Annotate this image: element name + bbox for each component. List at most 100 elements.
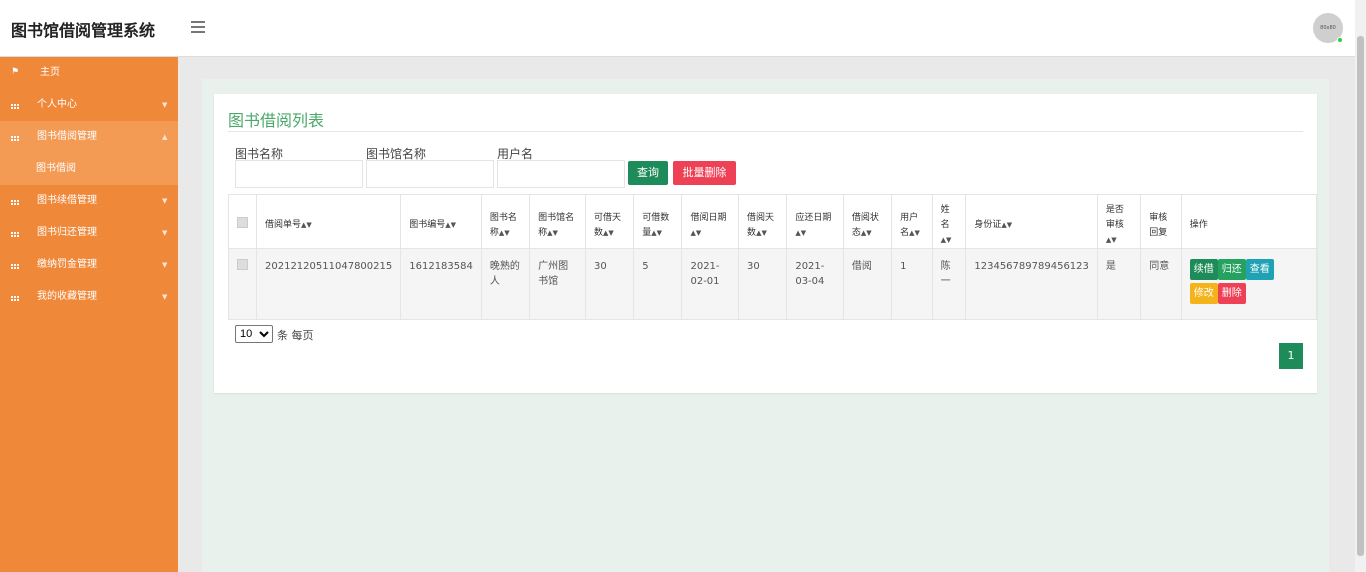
pagination-page-1[interactable]: 1	[1279, 343, 1303, 369]
grid-icon	[11, 292, 20, 301]
grid-icon	[11, 132, 20, 141]
col-status[interactable]: 借阅状态▲▼	[842, 194, 893, 249]
col-id-card[interactable]: 身份证▲▼	[965, 194, 1098, 249]
sidebar-item-label: 图书续借管理	[37, 195, 97, 206]
sidebar-item-label: 我的收藏管理	[37, 291, 97, 302]
col-name[interactable]: 姓名▲▼	[931, 194, 967, 249]
book-name-input[interactable]	[235, 160, 363, 188]
col-due-date[interactable]: 应还日期▲▼	[786, 194, 844, 249]
col-book-no[interactable]: 图书编号▲▼	[400, 194, 482, 249]
cell-borrow-date: 2021-02-01	[681, 248, 740, 320]
sidebar: ⚑ 主页 个人中心 ▼ 图书借阅管理 ▲ 图书借阅 图书续借管理 ▼ 图书归还管…	[0, 57, 178, 572]
cell-review-reply: 同意	[1140, 248, 1182, 320]
col-book-name[interactable]: 图书名称▲▼	[480, 194, 531, 249]
chevron-down-icon: ▼	[162, 293, 168, 301]
chevron-down-icon: ▼	[162, 261, 168, 269]
cell-qty: 5	[633, 248, 683, 320]
sort-icon: ▲▼	[651, 228, 663, 237]
page-scrollbar[interactable]	[1355, 0, 1366, 572]
sort-icon: ▲▼	[301, 221, 312, 229]
sort-icon: ▲▼	[795, 228, 807, 237]
sort-icon: ▲▼	[690, 228, 702, 237]
search-button[interactable]: 查询	[628, 161, 668, 185]
chevron-down-icon: ▼	[162, 101, 168, 109]
sort-icon: ▲▼	[1105, 236, 1117, 244]
sidebar-item-return-management[interactable]: 图书归还管理 ▼	[0, 217, 178, 249]
cell-days-allowed: 30	[584, 248, 635, 320]
renew-button[interactable]: 续借	[1189, 259, 1218, 280]
col-order-no[interactable]: 借阅单号▲▼	[255, 194, 402, 249]
col-qty[interactable]: 可借数量▲▼	[633, 194, 683, 249]
borrow-table: 借阅单号▲▼ 图书编号▲▼ 图书名称▲▼ 图书馆名称▲▼ 可借天数▲▼ 可借数量…	[228, 194, 1318, 320]
edit-button[interactable]: 修改	[1189, 283, 1218, 304]
cell-name: 陈一	[931, 248, 967, 320]
bulk-delete-button[interactable]: 批量删除	[673, 161, 736, 185]
sort-icon: ▲▼	[1001, 221, 1013, 229]
online-status-dot	[1337, 37, 1343, 43]
col-library[interactable]: 图书馆名称▲▼	[529, 194, 586, 249]
table-row: 20212120511047800215 1612183584 晚熟的人 广州图…	[228, 248, 1318, 320]
sort-icon: ▲▼	[547, 228, 558, 237]
sidebar-item-home[interactable]: ⚑ 主页	[0, 57, 178, 89]
sidebar-item-label: 图书归还管理	[37, 227, 97, 238]
select-all-checkbox[interactable]	[237, 217, 248, 228]
flag-icon: ⚑	[11, 67, 20, 77]
delete-button[interactable]: 删除	[1217, 283, 1246, 304]
app-title: 图书馆借阅管理系统	[11, 21, 156, 40]
cell-order-no: 20212120511047800215	[255, 248, 402, 320]
sidebar-item-borrow-management[interactable]: 图书借阅管理 ▲	[0, 121, 178, 153]
sidebar-item-label: 缴纳罚金管理	[37, 259, 97, 270]
page-size-select[interactable]: 10	[235, 325, 273, 343]
col-days-allowed[interactable]: 可借天数▲▼	[584, 194, 635, 249]
divider	[228, 131, 1303, 132]
row-checkbox[interactable]	[237, 259, 248, 270]
sidebar-item-profile[interactable]: 个人中心 ▼	[0, 89, 178, 121]
sidebar-subitem-borrow[interactable]: 图书借阅	[0, 153, 178, 185]
sidebar-item-renew-management[interactable]: 图书续借管理 ▼	[0, 185, 178, 217]
chevron-down-icon: ▼	[162, 197, 168, 205]
grid-icon	[11, 228, 20, 237]
chevron-up-icon: ▲	[162, 133, 168, 141]
col-borrow-days[interactable]: 借阅天数▲▼	[738, 194, 788, 249]
page-size-label: 条 每页	[277, 329, 314, 342]
table-header-row: 借阅单号▲▼ 图书编号▲▼ 图书名称▲▼ 图书馆名称▲▼ 可借天数▲▼ 可借数量…	[228, 194, 1318, 249]
sort-icon: ▲▼	[940, 236, 952, 244]
col-reviewed[interactable]: 是否审核▲▼	[1096, 194, 1142, 249]
return-button[interactable]: 归还	[1217, 259, 1246, 280]
cell-library: 广州图书馆	[529, 248, 586, 320]
col-username[interactable]: 用户名▲▼	[891, 194, 933, 249]
sidebar-item-label: 个人中心	[37, 99, 77, 110]
cell-due-date: 2021-03-04	[786, 248, 844, 320]
hamburger-menu-icon[interactable]	[191, 21, 205, 33]
cell-book-no: 1612183584	[400, 248, 482, 320]
view-button[interactable]: 查看	[1245, 259, 1274, 280]
cell-status: 借阅	[842, 248, 893, 320]
cell-book-name: 晚熟的人	[480, 248, 531, 320]
cell-username: 1	[891, 248, 933, 320]
col-borrow-date[interactable]: 借阅日期▲▼	[681, 194, 740, 249]
sort-icon: ▲▼	[498, 228, 510, 237]
sort-icon: ▲▼	[603, 228, 614, 237]
scrollbar-thumb[interactable]	[1357, 36, 1364, 556]
col-actions: 操作	[1180, 194, 1318, 249]
sidebar-item-label: 主页	[40, 67, 60, 78]
sort-icon: ▲▼	[909, 228, 920, 237]
cell-reviewed: 是	[1096, 248, 1142, 320]
sidebar-item-fine-management[interactable]: 缴纳罚金管理 ▼	[0, 249, 178, 281]
sort-icon: ▲▼	[756, 228, 767, 237]
grid-icon	[11, 196, 20, 205]
cell-borrow-days: 30	[738, 248, 788, 320]
cell-actions: 续借 归还 查看 修改 删除	[1180, 248, 1318, 320]
col-review-reply: 审核回复	[1140, 194, 1182, 249]
grid-icon	[11, 100, 20, 109]
sort-icon: ▲▼	[445, 221, 457, 229]
borrow-list-panel: 图书借阅列表 图书名称 图书馆名称 用户名 查询 批量删除 借阅单号▲▼ 图书编…	[214, 94, 1318, 393]
library-name-input[interactable]	[366, 160, 494, 188]
page-title: 图书借阅列表	[228, 111, 325, 130]
grid-icon	[11, 260, 20, 269]
username-input[interactable]	[497, 160, 625, 188]
cell-id-card: 123456789789456123	[965, 248, 1098, 320]
sidebar-item-favorites-management[interactable]: 我的收藏管理 ▼	[0, 281, 178, 313]
chevron-down-icon: ▼	[162, 229, 168, 237]
sort-icon: ▲▼	[860, 228, 872, 237]
